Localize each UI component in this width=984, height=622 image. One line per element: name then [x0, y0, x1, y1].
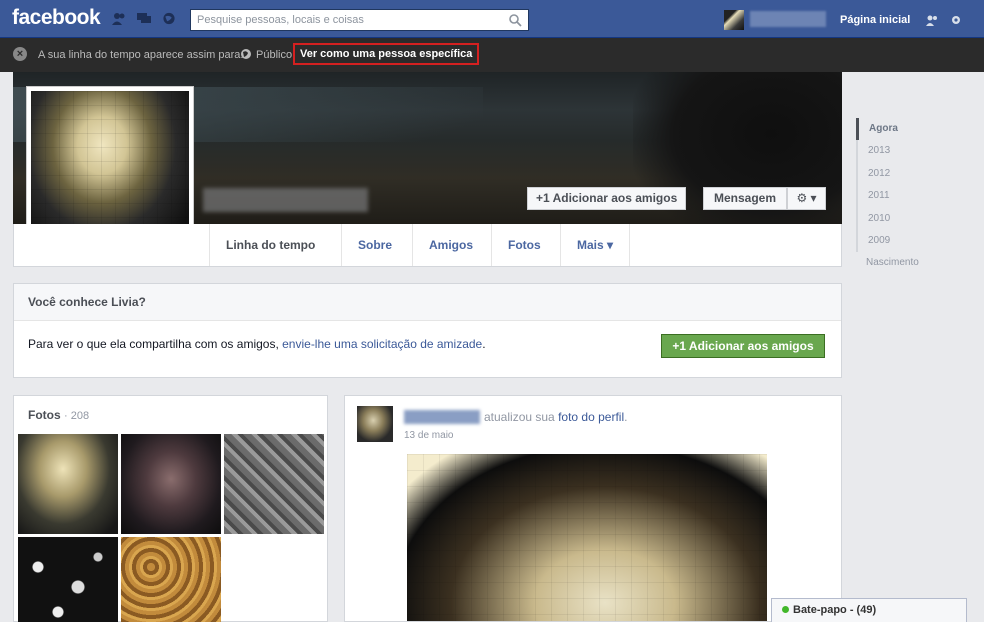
tab-friends[interactable]: Amigos — [412, 224, 489, 266]
settings-gear-icon[interactable] — [950, 14, 962, 26]
add-friend-button[interactable]: +1 Adicionar aos amigos — [527, 187, 687, 210]
timeline-nav-birth[interactable]: Nascimento — [856, 252, 966, 274]
tab-timeline[interactable]: Linha do tempo — [209, 224, 331, 266]
post-action-end: . — [624, 410, 628, 424]
search-input[interactable]: Pesquise pessoas, locais e coisas — [190, 9, 529, 31]
photos-header[interactable]: Fotos · 208 — [28, 408, 89, 422]
friend-requests-icon[interactable] — [112, 12, 126, 25]
send-friend-request-link[interactable]: envie-lhe uma solicitação de amizade — [282, 337, 482, 351]
photos-card: Fotos · 208 — [13, 395, 328, 622]
profile-picture-image — [31, 91, 189, 246]
find-friends-icon[interactable] — [926, 14, 938, 26]
do-you-know-card: Você conhece Livia? Para ver o que ela c… — [13, 283, 842, 378]
online-status-icon — [782, 606, 789, 613]
timeline-nav-2009[interactable]: 2009 — [856, 229, 966, 253]
messages-icon[interactable] — [137, 12, 151, 25]
search-placeholder: Pesquise pessoas, locais e coisas — [197, 14, 364, 26]
timeline-nav-2012[interactable]: 2012 — [856, 162, 966, 186]
photo-thumbnail[interactable] — [18, 537, 118, 622]
user-avatar[interactable] — [724, 10, 744, 30]
profile-tabs: Linha do tempo Sobre Amigos Fotos Mais ▾ — [13, 224, 842, 267]
timeline-nav-now[interactable]: Agora — [856, 118, 966, 141]
post-author-name-blurred[interactable] — [404, 410, 480, 424]
timeline-year-nav: Agora 2013 2012 2011 2010 2009 Nasciment… — [856, 118, 966, 275]
photo-thumbnail[interactable] — [18, 434, 118, 534]
profile-name-blurred — [203, 188, 368, 212]
do-you-know-text-end: . — [482, 337, 486, 351]
notifications-globe-icon[interactable] — [162, 12, 176, 25]
view-as-specific-person-button[interactable]: Ver como uma pessoa específica — [293, 43, 480, 65]
timeline-nav-2013[interactable]: 2013 — [856, 140, 966, 163]
post-timestamp[interactable]: 13 de maio — [404, 430, 453, 441]
timeline-nav-2011[interactable]: 2011 — [856, 185, 966, 208]
user-name-blurred[interactable] — [750, 11, 826, 27]
view-as-bar: × A sua linha do tempo aparece assim par… — [0, 38, 984, 72]
photo-thumbnail[interactable] — [224, 434, 324, 534]
do-you-know-text: Para ver o que ela compartilha com os am… — [28, 337, 486, 351]
chat-label: Bate-papo - (49) — [793, 604, 877, 616]
home-link[interactable]: Página inicial — [840, 14, 910, 26]
profile-photo-link[interactable]: foto do perfil — [558, 410, 624, 424]
audience-public-label[interactable]: Público — [256, 49, 292, 61]
do-you-know-title: Você conhece Livia? — [14, 284, 841, 321]
post-photo[interactable] — [407, 454, 767, 621]
search-icon[interactable] — [508, 13, 522, 27]
do-you-know-text-before: Para ver o que ela compartilha com os am… — [28, 337, 283, 351]
timeline-post: atualizou sua foto do perfil. 13 de maio — [344, 395, 842, 622]
profile-options-button[interactable]: ⚙ ▾ — [787, 187, 826, 210]
tab-about[interactable]: Sobre — [341, 224, 408, 266]
globe-icon — [241, 49, 251, 59]
close-icon[interactable]: × — [13, 47, 27, 61]
chat-bar[interactable]: Bate-papo - (49) — [771, 598, 967, 622]
add-friend-green-button[interactable]: +1 Adicionar aos amigos — [661, 334, 825, 358]
photos-title: Fotos — [28, 408, 61, 422]
tab-more[interactable]: Mais ▾ — [560, 224, 631, 266]
timeline-nav-2010[interactable]: 2010 — [856, 207, 966, 230]
photos-count: · 208 — [64, 410, 90, 422]
tab-photos[interactable]: Fotos — [491, 224, 557, 266]
photo-thumbnail[interactable] — [121, 537, 221, 622]
post-action-text: atualizou sua foto do perfil. — [484, 410, 627, 424]
facebook-logo[interactable]: facebook — [12, 6, 101, 30]
post-action-prefix: atualizou sua — [484, 410, 559, 424]
photo-thumbnail[interactable] — [121, 434, 221, 534]
top-navigation-bar: facebook Pesquise pessoas, locais e cois… — [0, 0, 984, 38]
view-as-text: A sua linha do tempo aparece assim para: — [38, 49, 244, 61]
post-author-avatar[interactable] — [357, 406, 393, 442]
message-button[interactable]: Mensagem — [703, 187, 787, 210]
